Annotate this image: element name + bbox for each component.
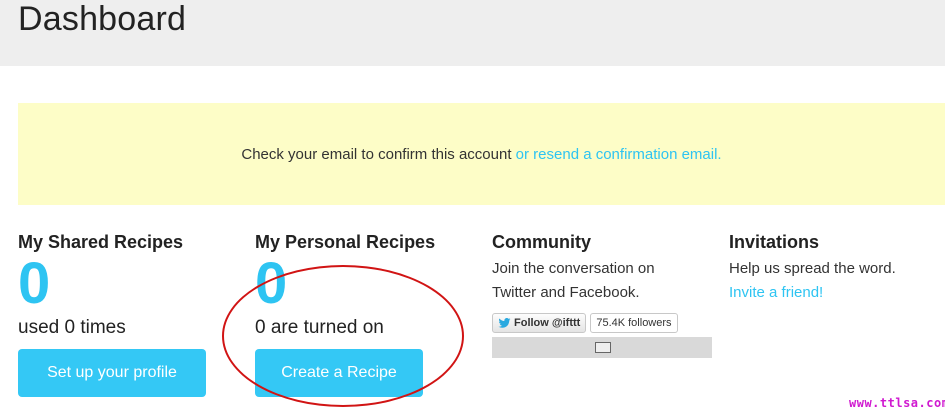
- personal-recipes-status: 0 are turned on: [255, 317, 384, 338]
- personal-recipes-title: My Personal Recipes: [255, 232, 436, 252]
- personal-recipes-count: 0: [255, 251, 288, 316]
- watermark: www.ttlsa.com: [849, 396, 945, 410]
- resend-confirmation-link[interactable]: or resend a confirmation email.: [516, 146, 722, 163]
- page-title: Dashboard: [18, 0, 187, 38]
- invitations-text: Help us spread the word.: [729, 260, 896, 277]
- personal-recipes-panel: My Personal Recipes 0 0 are turned on Cr…: [255, 232, 455, 397]
- email-confirmation-notice: Check your email to confirm this account…: [18, 103, 945, 205]
- invitations-title: Invitations: [729, 232, 820, 252]
- shared-recipes-count: 0: [18, 251, 51, 316]
- twitter-follow-button[interactable]: Follow @ifttt: [492, 313, 587, 333]
- shared-recipes-panel: My Shared Recipes 0 used 0 times Set up …: [18, 232, 208, 397]
- header-bar: Dashboard: [0, 0, 945, 66]
- facebook-widget-placeholder: [492, 337, 712, 358]
- invite-friend-link[interactable]: Invite a friend!: [729, 281, 939, 305]
- follow-label: Follow @ifttt: [514, 317, 581, 329]
- community-line-1: Join the conversation on: [492, 260, 655, 277]
- shared-recipes-title: My Shared Recipes: [18, 232, 184, 252]
- notice-message: Check your email to confirm this account…: [18, 146, 945, 163]
- notice-text: Check your email to confirm this account: [241, 146, 512, 163]
- shared-recipes-usage: used 0 times: [18, 317, 126, 338]
- invitations-panel: Invitations Help us spread the word. Inv…: [729, 232, 939, 305]
- twitter-follow-widget: Follow @ifttt 75.4K followers: [492, 313, 722, 333]
- invitations-content: Help us spread the word. Invite a friend…: [729, 257, 939, 305]
- create-recipe-button[interactable]: Create a Recipe: [255, 349, 423, 397]
- community-line-2: Twitter and Facebook.: [492, 284, 640, 301]
- twitter-bird-icon: [498, 318, 511, 328]
- broken-image-icon: [595, 342, 611, 353]
- followers-count: 75.4K followers: [590, 313, 678, 333]
- setup-profile-button[interactable]: Set up your profile: [18, 349, 206, 397]
- community-panel: Community Join the conversation on Twitt…: [492, 232, 722, 358]
- community-description: Join the conversation on Twitter and Fac…: [492, 257, 722, 305]
- community-title: Community: [492, 232, 591, 252]
